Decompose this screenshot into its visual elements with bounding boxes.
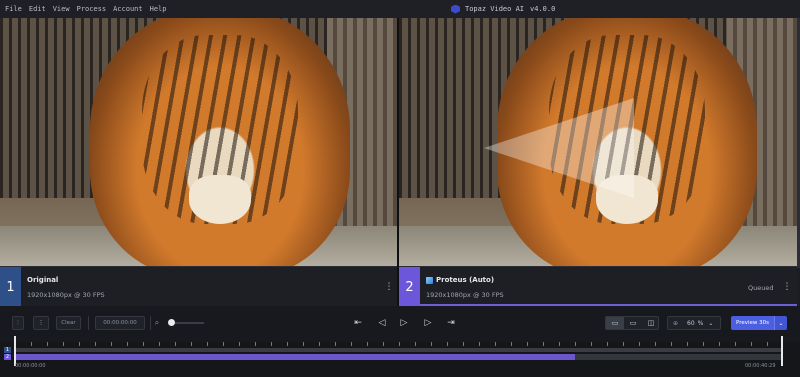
- more-options-icon[interactable]: ⋮: [782, 279, 792, 295]
- timeline-zoom-slider[interactable]: [170, 322, 204, 324]
- zoom-search-icon[interactable]: ⌕: [151, 317, 163, 329]
- processed-track-fill: [15, 354, 575, 360]
- panel-subtitle: 1920x1080px @ 30 FPS: [27, 291, 105, 299]
- zoom-value: 60: [687, 319, 695, 327]
- original-track[interactable]: [15, 348, 782, 352]
- chevron-down-icon: ⌄: [708, 319, 714, 327]
- preview-button[interactable]: Preview 30s: [731, 316, 774, 330]
- app-name: Topaz Video AI: [465, 5, 525, 13]
- app-title: Topaz Video AI v4.0.0: [451, 0, 555, 18]
- original-video-viewer[interactable]: [0, 18, 397, 266]
- end-timecode: 00:00:40:29: [745, 363, 776, 369]
- panel-subtitle: 1920x1080px @ 30 FPS: [426, 291, 504, 299]
- trim-end-handle[interactable]: [781, 336, 783, 366]
- trim-start-handle[interactable]: [14, 336, 16, 366]
- model-icon: [426, 276, 433, 284]
- mark-in-button[interactable]: ⋮: [12, 316, 24, 330]
- zoom-icon: ⊕: [673, 319, 679, 327]
- app-version: v4.0.0: [530, 5, 556, 13]
- panel-title: Original: [27, 276, 59, 284]
- original-info-panel: 1 Original 1920x1080px @ 30 FPS ⋮: [0, 266, 397, 307]
- panel-index: 1: [0, 267, 21, 307]
- previous-frame-icon[interactable]: ◁: [376, 317, 388, 329]
- mark-out-button[interactable]: ⋮: [33, 316, 49, 330]
- single-view-icon[interactable]: ▭: [624, 317, 642, 329]
- preview-dropdown-button[interactable]: ⌄: [774, 316, 787, 330]
- tiger-image: [90, 18, 350, 266]
- skip-to-start-icon[interactable]: ⇤: [352, 317, 364, 329]
- start-timecode: 00:00:00:00: [15, 363, 46, 369]
- more-options-icon[interactable]: ⋮: [384, 279, 394, 295]
- model-info-panel: 2 Proteus (Auto) 1920x1080px @ 30 FPS Qu…: [399, 266, 797, 307]
- status-badge: Queued: [748, 284, 774, 292]
- timecode-input[interactable]: 00:00:00:00: [95, 316, 145, 330]
- menu-edit[interactable]: Edit: [29, 5, 46, 13]
- panel-index: 2: [399, 267, 420, 307]
- panel-title: Proteus (Auto): [426, 276, 494, 284]
- video-frame: [399, 18, 797, 266]
- timeline-ruler: [15, 342, 782, 346]
- split-view-icon[interactable]: ◫: [642, 317, 660, 329]
- timeline[interactable]: 1 2 00:00:00:00 00:00:40:29: [0, 336, 800, 377]
- video-frame: [0, 18, 397, 266]
- play-icon[interactable]: ▷: [398, 317, 410, 329]
- slider-knob[interactable]: [168, 319, 175, 326]
- menu-view[interactable]: View: [53, 5, 70, 13]
- view-mode-group: ▭ ▭ ◫: [605, 316, 659, 330]
- menu-help[interactable]: Help: [150, 5, 167, 13]
- menu-bar: File Edit View Process Account Help Topa…: [0, 0, 800, 18]
- skip-to-end-icon[interactable]: ⇥: [445, 317, 457, 329]
- topaz-logo-icon: [451, 4, 460, 14]
- menu-account[interactable]: Account: [113, 5, 143, 13]
- playback-toolbar: ⋮ ⋮ Clear 00:00:00:00 ⌕ ⇤ ◁ ▷ ▷ ⇥ ▭ ▭ ◫ …: [0, 306, 800, 342]
- enhanced-video-viewer[interactable]: [399, 18, 797, 266]
- compare-arrow-icon: [484, 98, 634, 198]
- model-name: Proteus (Auto): [436, 276, 495, 284]
- menu-file[interactable]: File: [5, 5, 22, 13]
- track-label: 2: [4, 354, 11, 360]
- track-label: 1: [4, 347, 11, 353]
- zoom-level-select[interactable]: ⊕ 60 % ⌄: [667, 316, 721, 330]
- side-by-side-view-icon[interactable]: ▭: [606, 317, 624, 329]
- menu-process[interactable]: Process: [77, 5, 107, 13]
- zoom-unit: %: [697, 319, 704, 327]
- clear-button[interactable]: Clear: [56, 316, 81, 330]
- separator: [88, 316, 89, 330]
- next-frame-icon[interactable]: ▷: [422, 317, 434, 329]
